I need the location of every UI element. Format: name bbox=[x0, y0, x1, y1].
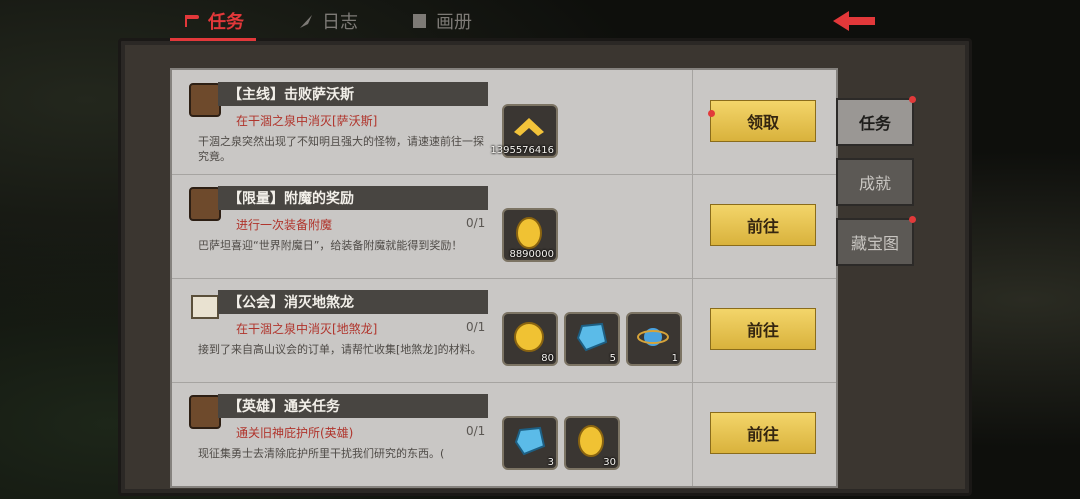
notification-dot bbox=[909, 96, 916, 103]
reward-qty: 30 bbox=[603, 457, 616, 468]
quest-title: 【公会】消灭地煞龙 bbox=[228, 295, 354, 311]
rank-chevron-icon bbox=[514, 118, 544, 136]
reward-item[interactable]: 30 bbox=[564, 416, 620, 470]
reward-qty: 1395576416 bbox=[490, 145, 554, 156]
tab-quest[interactable]: 任务 bbox=[170, 4, 256, 41]
quest-row: 【公会】消灭地煞龙 在干涸之泉中消灭[地煞龙] 0/1 接到了来自高山议会的订单… bbox=[172, 278, 836, 383]
goto-button-label: 前往 bbox=[746, 321, 779, 340]
reward-qty: 3 bbox=[547, 457, 554, 468]
quest-count: 0/1 bbox=[466, 424, 486, 438]
quest-count: 0/1 bbox=[466, 320, 486, 334]
top-tabs: 任务 日志 画册 bbox=[170, 4, 484, 41]
quest-objective: 在干涸之泉中消灭[萨沃斯] bbox=[236, 114, 378, 128]
goto-button[interactable]: 前往 bbox=[710, 308, 816, 350]
reward-qty: 80 bbox=[541, 353, 554, 364]
side-tab-quest[interactable]: 任务 bbox=[836, 96, 916, 146]
blue-crystal-icon bbox=[576, 322, 608, 352]
reward-qty: 1 bbox=[671, 353, 678, 364]
notification-dot bbox=[909, 216, 916, 223]
quest-board: 【主线】击败萨沃斯 在干涸之泉中消灭[萨沃斯] 干涸之泉突然出现了不知明且强大的… bbox=[170, 68, 838, 488]
quest-title: 【限量】附魔的奖励 bbox=[228, 191, 354, 207]
side-tab-achievement[interactable]: 成就 bbox=[836, 158, 914, 206]
reward-item[interactable]: 3 bbox=[502, 416, 558, 470]
feather-icon bbox=[300, 15, 312, 28]
gold-coin-icon bbox=[516, 217, 542, 249]
tab-log[interactable]: 日志 bbox=[284, 4, 370, 38]
quest-title: 【英雄】通关任务 bbox=[228, 399, 340, 415]
quest-description: 接到了来自高山议会的订单，请帮忙收集[地煞龙]的材料。 bbox=[198, 343, 482, 356]
quest-objective: 通关旧神庇护所(英雄) bbox=[236, 426, 354, 440]
goto-button-label: 前往 bbox=[746, 425, 779, 444]
tab-album[interactable]: 画册 bbox=[398, 4, 484, 38]
back-arrow-icon bbox=[833, 11, 875, 31]
reward-item[interactable]: 5 bbox=[564, 312, 620, 366]
goto-button[interactable]: 前往 bbox=[710, 204, 816, 246]
quest-count: 0/1 bbox=[466, 216, 486, 230]
reward-item[interactable]: 1395576416 bbox=[490, 104, 558, 158]
goto-button-label: 前往 bbox=[746, 217, 779, 236]
blue-crystal-icon bbox=[514, 426, 546, 456]
quest-description: 干涸之泉突然出现了不知明且强大的怪物，请速速前往一探究竟。 bbox=[198, 135, 484, 163]
quest-title: 【主线】击败萨沃斯 bbox=[228, 87, 354, 103]
claim-button[interactable]: 领取 bbox=[710, 100, 816, 142]
reward-list: 8890000 bbox=[502, 208, 558, 262]
back-button[interactable] bbox=[800, 6, 910, 36]
quest-row: 【英雄】通关任务 通关旧神庇护所(英雄) 0/1 现征集勇士去清除庇护所里干扰我… bbox=[172, 382, 836, 486]
reward-list: 3 30 bbox=[502, 416, 620, 470]
quest-objective: 进行一次装备附魔 bbox=[236, 218, 333, 232]
tab-album-label: 画册 bbox=[436, 12, 472, 33]
side-tab-label: 任务 bbox=[858, 114, 891, 133]
reward-list: 80 5 1 bbox=[502, 312, 682, 366]
reward-item[interactable]: 80 bbox=[502, 312, 558, 366]
quest-objective: 在干涸之泉中消灭[地煞龙] bbox=[236, 322, 378, 336]
reward-qty: 5 bbox=[609, 353, 616, 364]
tab-quest-label: 任务 bbox=[208, 12, 244, 33]
orb-icon bbox=[637, 328, 669, 346]
gold-coin-icon bbox=[578, 425, 604, 457]
reward-qty: 8890000 bbox=[509, 249, 554, 260]
scroll-icon bbox=[185, 15, 199, 27]
quest-description: 巴萨坦喜迎“世界附魔日”，给装备附魔就能得到奖励！ bbox=[198, 239, 463, 252]
reward-list: 1395576416 bbox=[490, 104, 558, 158]
quest-row: 【主线】击败萨沃斯 在干涸之泉中消灭[萨沃斯] 干涸之泉突然出现了不知明且强大的… bbox=[172, 70, 836, 175]
quest-row: 【限量】附魔的奖励 进行一次装备附魔 0/1 巴萨坦喜迎“世界附魔日”，给装备附… bbox=[172, 174, 836, 279]
reward-item[interactable]: 8890000 bbox=[502, 208, 558, 262]
tab-log-label: 日志 bbox=[322, 12, 358, 33]
side-tab-label: 成就 bbox=[858, 174, 891, 193]
quest-description: 现征集勇士去清除庇护所里干扰我们研究的东西。( bbox=[198, 447, 445, 460]
claim-button-label: 领取 bbox=[746, 113, 779, 132]
reward-item[interactable]: 1 bbox=[626, 312, 682, 366]
album-icon bbox=[413, 14, 426, 28]
side-tab-label: 藏宝图 bbox=[850, 234, 899, 253]
side-tab-treasure-map[interactable]: 藏宝图 bbox=[836, 216, 916, 266]
goto-button[interactable]: 前往 bbox=[710, 412, 816, 454]
guild-coin-icon bbox=[514, 322, 544, 352]
side-tabs: 任务 成就 藏宝图 bbox=[836, 96, 916, 266]
notification-dot bbox=[708, 110, 715, 117]
